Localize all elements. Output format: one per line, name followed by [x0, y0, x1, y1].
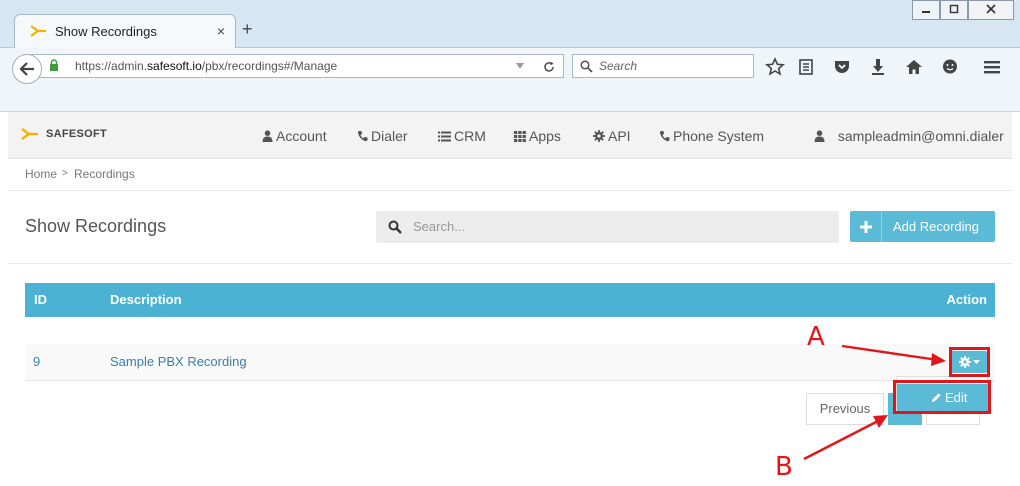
- annotation-arrow-a: [841, 344, 946, 366]
- annotation-arrow-b: [803, 415, 888, 461]
- annotation-arrows: [803, 344, 946, 461]
